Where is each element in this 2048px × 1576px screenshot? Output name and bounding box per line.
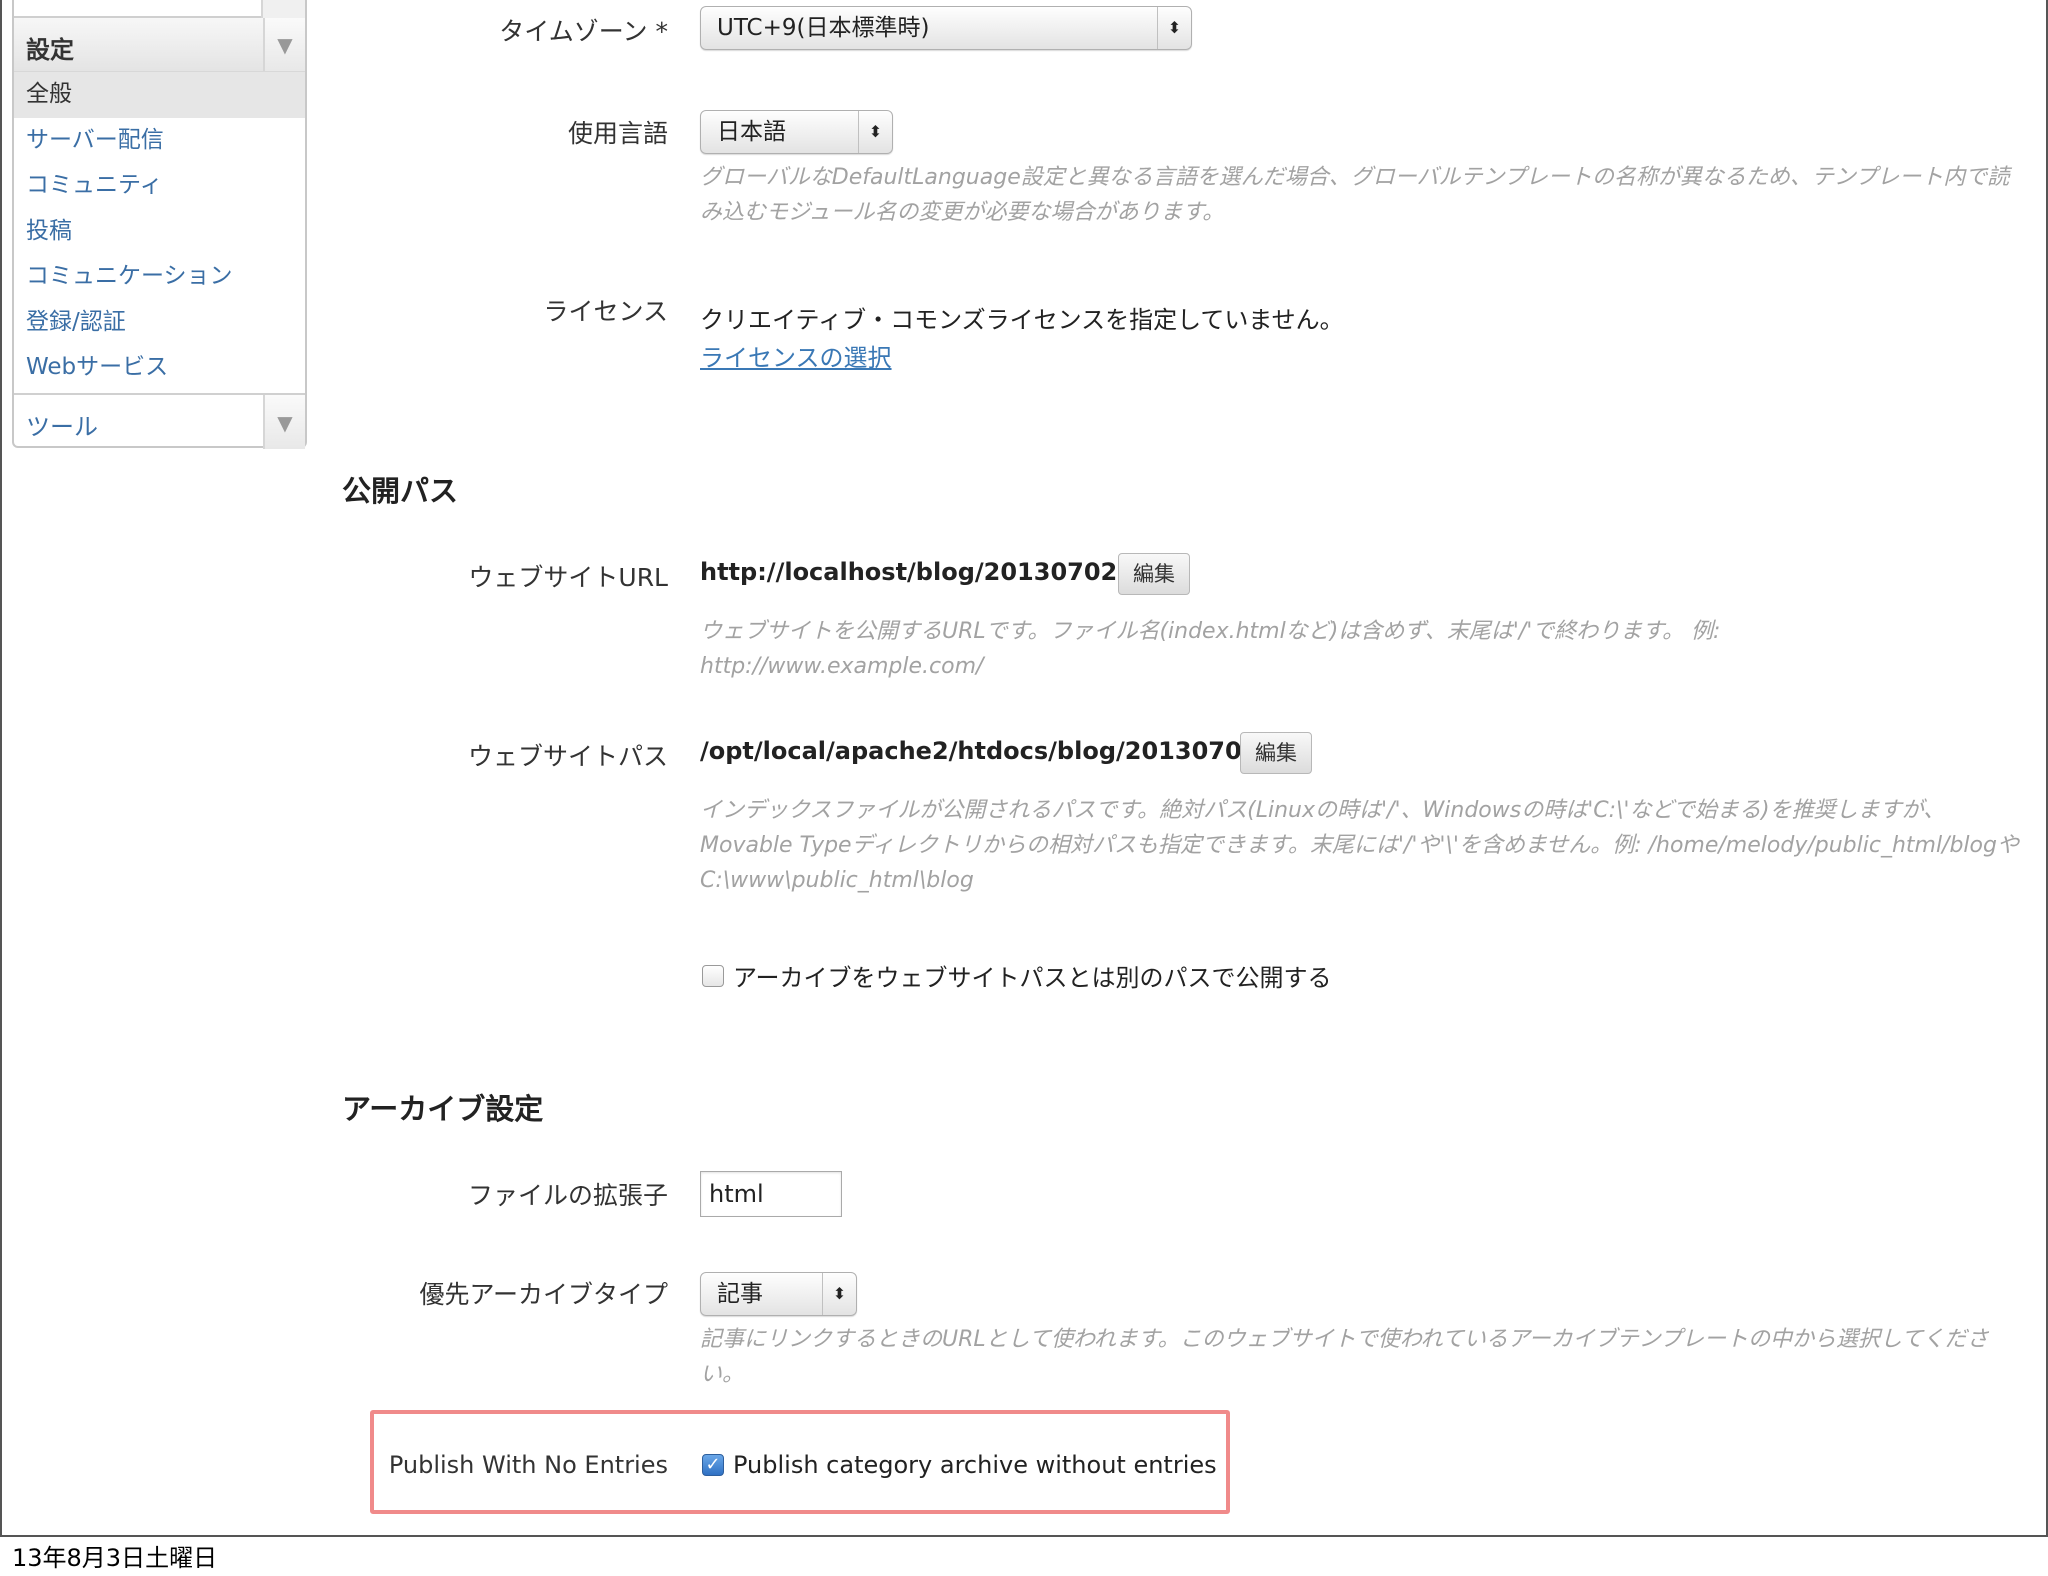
sidebar-item-general[interactable]: 全般 <box>14 72 305 118</box>
select-arrows-icon: ⬍ <box>1157 7 1191 49</box>
site-url-edit-button[interactable]: 編集 <box>1118 553 1190 595</box>
publish-no-entries-label: Publish With No Entries <box>388 1451 668 1479</box>
sidebar-header-settings[interactable]: 設定 ▼ <box>14 18 305 72</box>
timezone-label: タイムゾーン * <box>499 17 668 46</box>
sidebar-item-publishing[interactable]: サーバー配信 <box>14 118 305 164</box>
archive-path-checkbox[interactable] <box>702 965 724 987</box>
select-arrows-icon: ⬍ <box>858 111 892 153</box>
timezone-select[interactable]: UTC+9(日本標準時) ⬍ <box>700 6 1192 50</box>
site-path-edit-button[interactable]: 編集 <box>1240 732 1312 774</box>
footer-date: 13年8月3日土曜日 <box>12 1544 218 1572</box>
language-hint: グローバルなDefaultLanguage設定と異なる言語を選んだ場合、グローバ… <box>700 165 2010 225</box>
sidebar-tools-label: ツール <box>26 412 98 441</box>
language-select[interactable]: 日本語 ⬍ <box>700 110 893 154</box>
site-url-label: ウェブサイトURL <box>468 563 668 592</box>
site-path-value: /opt/local/apache2/htdocs/blog/20130702-… <box>700 737 1286 765</box>
language-label: 使用言語 <box>567 119 668 148</box>
preferred-archive-select[interactable]: 記事 ⬍ <box>700 1272 857 1316</box>
site-path-hint: インデックスファイルが公開されるパスです。絶対パス(Linuxの時は'/'、Wi… <box>700 798 2019 893</box>
slide-frame <box>0 0 2048 1537</box>
timezone-select-value: UTC+9(日本標準時) <box>717 15 930 41</box>
license-select-link[interactable]: ライセンスの選択 <box>700 338 892 373</box>
select-arrows-icon: ⬍ <box>822 1273 856 1315</box>
settings-sidebar: 設定 ▼ 全般 サーバー配信 コミュニティ 投稿 コミュニケーション 登録/認証… <box>12 0 307 449</box>
section-title-public-path: 公開パス <box>342 474 459 508</box>
sidebar-top-edge <box>14 0 305 18</box>
sidebar-item-entry[interactable]: 投稿 <box>14 209 305 255</box>
archive-path-checkbox-label[interactable]: アーカイブをウェブサイトパスとは別のパスで公開する <box>733 958 1332 993</box>
file-extension-input[interactable]: html <box>700 1171 842 1217</box>
sidebar-item-web-services[interactable]: Webサービス <box>14 345 305 391</box>
site-path-label: ウェブサイトパス <box>467 742 668 771</box>
site-url-hint: ウェブサイトを公開するURLです。ファイル名(index.htmlなど)は含めず… <box>700 619 1721 679</box>
file-extension-label: ファイルの拡張子 <box>467 1181 668 1210</box>
preferred-archive-hint: 記事にリンクするときのURLとして使われます。このウェブサイトで使われているアー… <box>700 1327 1989 1387</box>
license-text: クリエイティブ・コモンズライセンスを指定していません。 <box>700 306 1344 334</box>
sidebar-header-label: 設定 <box>26 36 74 64</box>
chevron-down-icon[interactable]: ▼ <box>263 18 305 71</box>
sidebar-item-registration[interactable]: 登録/認証 <box>14 300 305 346</box>
chevron-down-icon[interactable]: ▼ <box>263 394 305 449</box>
site-url-value: http://localhost/blog/20130702-1/ <box>700 558 1153 586</box>
publish-no-entries-checkbox[interactable]: ✓ <box>702 1454 724 1476</box>
language-select-value: 日本語 <box>717 119 786 145</box>
preferred-archive-label: 優先アーカイブタイプ <box>419 1280 668 1309</box>
license-label: ライセンス <box>543 297 668 326</box>
sidebar-header-tools[interactable]: ツール ▼ <box>14 392 305 449</box>
publish-no-entries-checkbox-label[interactable]: Publish category archive without entries <box>733 1451 1217 1479</box>
sidebar-item-community[interactable]: コミュニティ <box>14 163 305 209</box>
sidebar-item-communication[interactable]: コミュニケーション <box>14 254 305 300</box>
section-title-archive-settings: アーカイブ設定 <box>342 1092 544 1126</box>
preferred-archive-select-value: 記事 <box>717 1281 763 1307</box>
